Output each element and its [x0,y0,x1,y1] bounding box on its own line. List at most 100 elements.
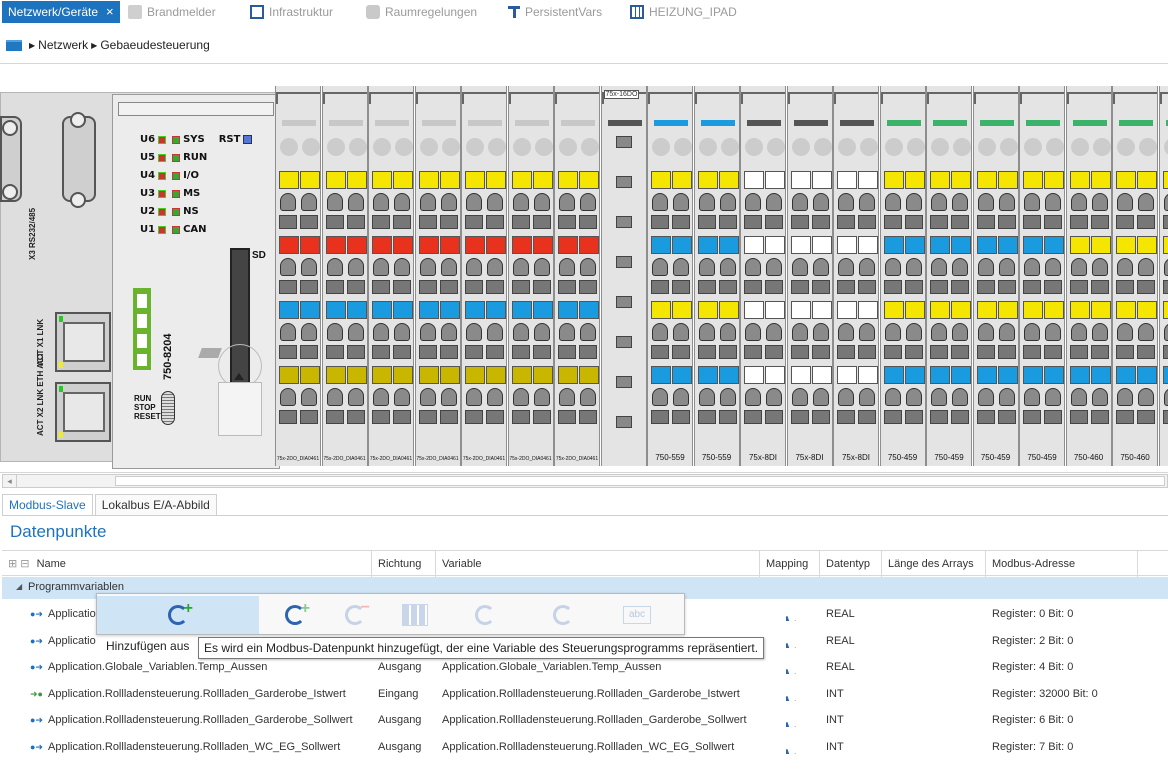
io-module[interactable]: 750-459 [972,86,1019,466]
module-label: 75x-8DI [795,453,824,462]
led-icon [172,189,181,198]
t-icon [508,6,520,18]
column-laenge[interactable]: Länge des Arrays [882,551,986,577]
io-module[interactable]: 75x-2DO_DIA0461 [368,86,414,466]
tab-label: HEIZUNG_IPAD [649,5,737,19]
document-tabbar: Netzwerk/Geräte × Brandmelder Infrastruk… [0,0,1168,34]
mapping-icon[interactable] [786,693,796,701]
move-down-button[interactable] [533,596,593,634]
io-module[interactable]: 75x-16DO [600,86,647,466]
mapping-icon[interactable] [786,719,796,727]
cell-name: ●➜ Application.Rollladensteuerung.Rolllad… [30,707,370,733]
io-module[interactable]: 75x-2DO_DIA0461 [275,86,321,466]
tab-persistentvars[interactable]: PersistentVars [508,1,602,23]
horizontal-scrollbar[interactable]: ◂ [2,474,1168,488]
add-datapoint-button[interactable]: + [265,596,325,634]
module-label: 750-559 [655,453,685,462]
sd-label: SD [252,250,266,261]
io-module[interactable]: 750-559 [693,86,740,466]
chevron-right-icon: ▶ [29,40,36,50]
run-stop-switch[interactable] [161,391,175,425]
add-datapoint-toolbar: + + − abc Hinzufügen aus [96,593,685,653]
expand-all-icon[interactable]: ⊞ ⊟ [8,558,30,570]
mapping-icon[interactable] [786,640,796,648]
io-module[interactable]: 75x-8DI [740,86,786,466]
mapping-icon[interactable] [786,666,796,674]
table-row[interactable]: ●➜ Application.Rollladensteuerung.Rolllad… [2,707,1168,733]
cell-mapping[interactable] [786,689,796,701]
scroll-left-icon[interactable]: ◂ [3,475,17,487]
tab-raumregelungen[interactable]: Raumregelungen [366,1,477,23]
move-up-button[interactable] [455,596,515,634]
add-variable-icon: + [168,600,193,625]
io-module[interactable]: 750-459 [926,86,972,466]
io-module[interactable]: 750-459 [879,86,926,466]
data-tabs: Modbus-Slave Lokalbus E/A-Abbild [2,494,1168,516]
table-row[interactable]: ●➜ Application.Rollladensteuerung.Rolllad… [2,734,1168,760]
tab-infrastruktur[interactable]: Infrastruktur [250,1,333,23]
cell-mapping[interactable] [786,742,796,754]
io-module[interactable]: 75x-2DO_DIA0461 [554,86,600,466]
column-variable[interactable]: Variable [436,551,760,577]
cell-modbus-adresse: Register: 6 Bit: 0 [992,714,1074,726]
tab-modbus-slave[interactable]: Modbus-Slave [2,494,93,515]
io-module[interactable]: 750-460 [1065,86,1112,466]
tab-brandmelder[interactable]: Brandmelder [128,1,216,23]
ethernet-x2-label: ACT X2 LNK ETH ACT [36,352,45,436]
led-icon [172,153,181,162]
table-row[interactable]: ➜● Application.Rollladensteuerung.Rolllad… [2,681,1168,707]
led-icon [158,207,167,216]
scrollbar-thumb[interactable] [115,476,1165,486]
cell-variable: Application.Rollladensteuerung.Rollladen… [442,740,735,753]
mapping-icon[interactable] [786,746,796,754]
breadcrumb-item-netzwerk[interactable]: Netzwerk [38,38,88,52]
add-from-program-button[interactable]: + [97,596,259,634]
breadcrumb: ▶ Netzwerk ▶ Gebaeudesteuerung [6,36,210,54]
cell-mapping[interactable] [786,609,796,621]
io-module[interactable]: 75x-2DO_DIA0461 [321,86,368,466]
add-icon: + [285,600,310,625]
output-arrow-icon: ●➜ [30,741,43,752]
io-module[interactable]: 750-559 [647,86,693,466]
device-rack-view[interactable]: X3 RS232/485 ACT X1 LNK ACT X2 LNK ETH A… [0,63,1168,473]
close-icon[interactable]: × [106,1,114,23]
edit-mapping-button[interactable] [385,596,445,634]
io-module[interactable]: 75x-8DI [833,86,879,466]
text-field-icon: abc [623,606,651,624]
table-header: ⊞ ⊟ Name Richtung Variable Mapping Daten… [2,550,1168,577]
controller-model-label: 750-8204 [162,333,174,381]
cell-mapping[interactable] [786,636,796,648]
module-label: 750-459 [887,453,918,462]
tab-lokalbus[interactable]: Lokalbus E/A-Abbild [94,494,217,515]
cell-mapping[interactable] [786,662,796,674]
column-mapping[interactable]: Mapping [760,551,820,577]
column-richtung[interactable]: Richtung [372,551,436,577]
tooltip: Es wird ein Modbus-Datenpunkt hinzugefüg… [198,637,765,659]
io-module[interactable]: 75x-2DO_DIA0461 [507,86,554,466]
column-datentyp[interactable]: Datentyp [820,551,882,577]
reset-button[interactable] [243,135,253,144]
output-arrow-icon: ●➜ [30,662,43,672]
io-module[interactable]: 75x-2DO_DIA0461 [414,86,461,466]
chevron-right-icon: ▶ [91,40,98,50]
tab-heizung-ipad[interactable]: HEIZUNG_IPAD [630,1,737,23]
led-row-u3: U3 MS [140,188,201,199]
column-modbus-adresse[interactable]: Modbus-Adresse [986,551,1138,577]
io-module[interactable]: 75x-8DI [786,86,833,466]
io-module[interactable]: 75x-2DO_DIA0461 [461,86,507,466]
module-label: 75 [1160,453,1168,462]
module-header-label: 75x-16DO [603,90,640,99]
tab-netzwerk-geraete[interactable]: Netzwerk/Geräte × [2,1,120,23]
io-module[interactable]: 750-460 [1112,86,1158,466]
column-name[interactable]: ⊞ ⊟ Name [2,551,372,577]
io-module[interactable]: 75 [1158,86,1168,466]
io-module[interactable]: 750-459 [1019,86,1065,466]
cell-mapping[interactable] [786,715,796,727]
collapse-icon[interactable]: ◢ [16,582,22,591]
breadcrumb-item-gebaeudesteuerung[interactable]: Gebaeudesteuerung [100,38,209,52]
mapping-icon[interactable] [786,613,796,621]
remove-datapoint-button[interactable]: − [325,596,385,634]
rename-button[interactable]: abc [607,596,667,634]
module-label: 75x-8DI [748,453,777,462]
cell-modbus-adresse: Register: 7 Bit: 0 [992,740,1074,753]
